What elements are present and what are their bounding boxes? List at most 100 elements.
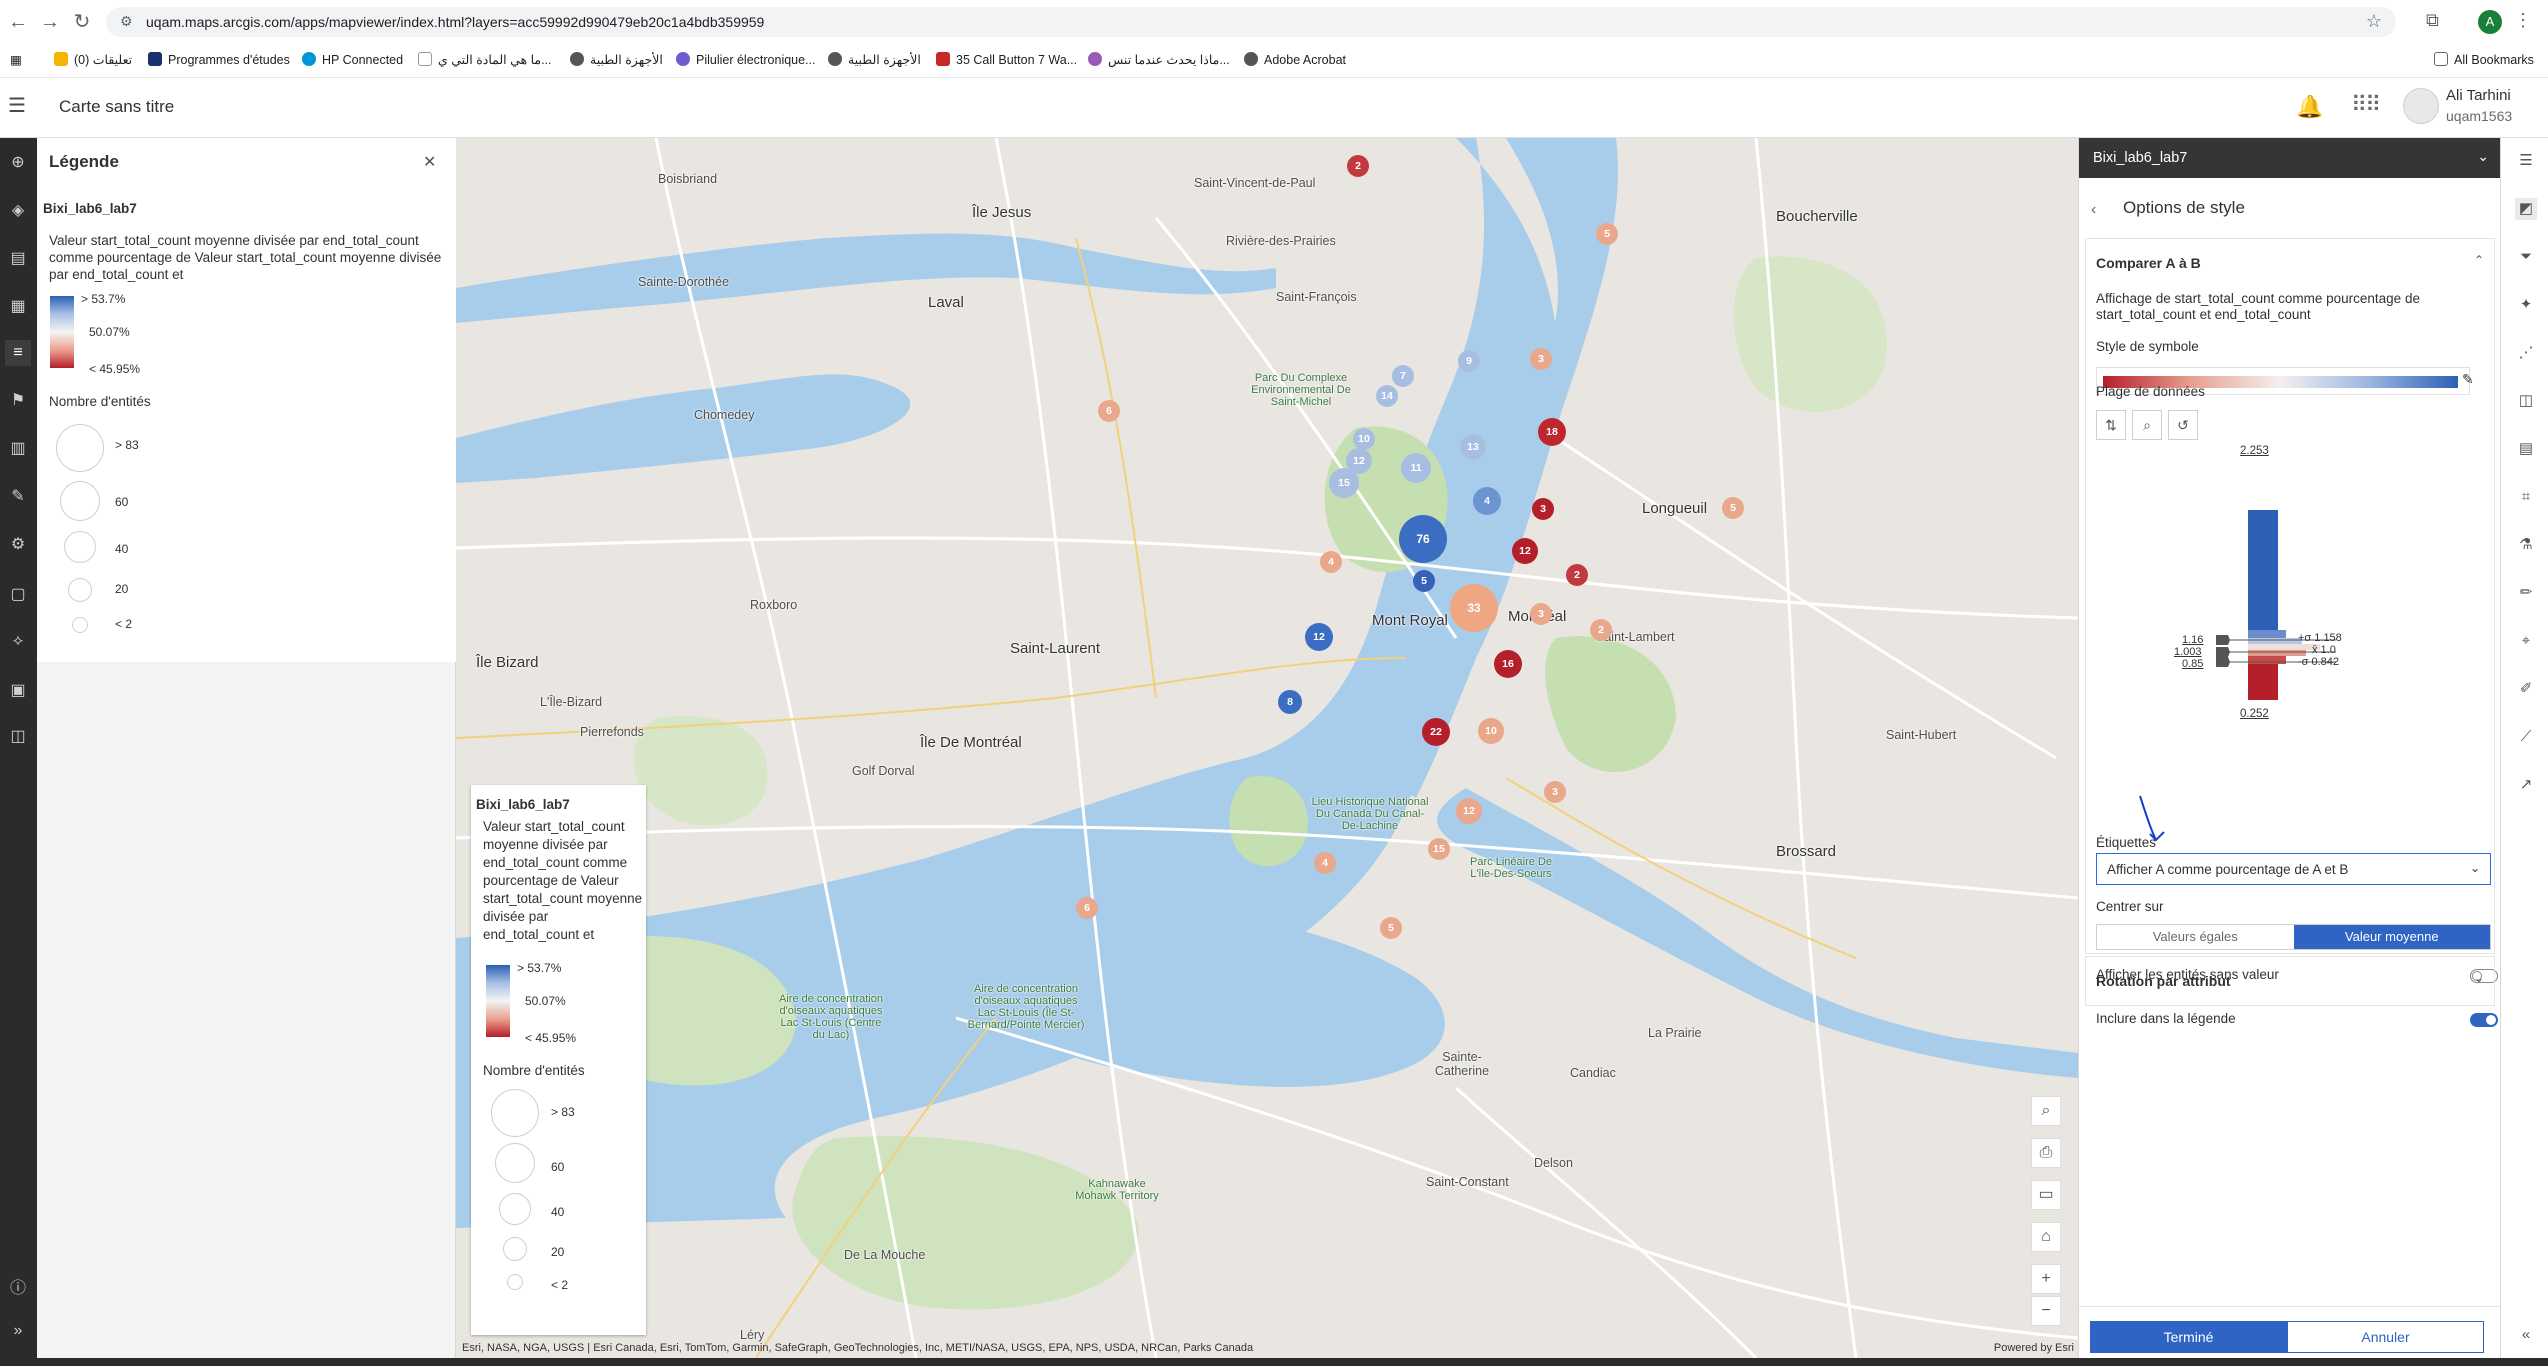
cancel-button[interactable]: Annuler <box>2287 1321 2484 1353</box>
tables-icon[interactable]: ▤ <box>5 246 31 272</box>
hamburger-menu-icon[interactable]: ☰ <box>8 96 28 116</box>
center-option-mean[interactable]: Valeur moyenne <box>2293 925 2490 949</box>
close-icon[interactable]: ✕ <box>423 152 436 172</box>
properties-icon[interactable]: ☰ <box>2515 150 2537 172</box>
user-avatar[interactable] <box>2403 88 2439 124</box>
map-bubble[interactable]: 4 <box>1314 852 1336 874</box>
map-bubble[interactable]: 2 <box>1590 619 1612 641</box>
bookmark-item[interactable]: الأجهزة الطبية <box>570 52 663 67</box>
home-icon[interactable]: ⌂ <box>2031 1222 2061 1252</box>
map-bubble[interactable]: 5 <box>1380 917 1402 939</box>
map-bubble[interactable]: 4 <box>1473 487 1501 515</box>
center-option-equal[interactable]: Valeurs égales <box>2097 925 2294 949</box>
analysis-icon[interactable]: ⚗ <box>2515 534 2537 556</box>
map-bubble[interactable]: 18 <box>1538 418 1566 446</box>
sketch-icon[interactable]: ✎ <box>5 484 31 510</box>
powered-by[interactable]: Powered by Esri <box>1994 1342 2074 1354</box>
site-info-icon[interactable]: ⚙ <box>120 13 133 30</box>
charts-icon[interactable]: ▥ <box>5 436 31 462</box>
bookmarks-icon[interactable]: ⚑ <box>5 388 31 414</box>
map-bubble[interactable]: 5 <box>1413 570 1435 592</box>
map-bubble[interactable]: 7 <box>1392 365 1414 387</box>
zoom-icon[interactable]: ⌕ <box>2132 410 2162 440</box>
print-map-icon[interactable]: ⎙ <box>2031 1138 2061 1168</box>
print-icon[interactable]: ▣ <box>5 678 31 704</box>
effects-icon[interactable]: ✦ <box>2515 294 2537 316</box>
share-icon[interactable]: ⟡ <box>5 628 31 654</box>
apps-icon[interactable]: ▦ <box>10 52 22 67</box>
bookmark-item[interactable]: Programmes d'études <box>148 52 290 67</box>
fields-icon[interactable]: ▤ <box>2515 438 2537 460</box>
chevron-up-icon[interactable]: ⌃ <box>2474 253 2484 267</box>
done-button[interactable]: Terminé <box>2090 1321 2287 1353</box>
measure-icon[interactable]: ⟋ <box>2515 726 2537 748</box>
map-bubble[interactable]: 3 <box>1530 603 1552 625</box>
labels-icon[interactable]: ⌗ <box>2515 486 2537 508</box>
map-bubble[interactable]: 5 <box>1596 223 1618 245</box>
map-bubble[interactable]: 15 <box>1428 838 1450 860</box>
map-bubble[interactable]: 3 <box>1544 781 1566 803</box>
popups-icon[interactable]: ◫ <box>2515 390 2537 412</box>
map-bubble[interactable]: 6 <box>1076 897 1098 919</box>
settings-icon[interactable]: ⚙ <box>5 532 31 558</box>
bookmark-star-icon[interactable]: ☆ <box>2366 11 2382 32</box>
handle-high[interactable] <box>2216 635 2230 645</box>
filter-icon[interactable]: ⏷ <box>2515 246 2537 268</box>
layer-selector[interactable]: Bixi_lab6_lab7 ⌄ <box>2079 138 2501 178</box>
map-bubble[interactable]: 14 <box>1376 385 1398 407</box>
styles-icon[interactable]: ◩ <box>2515 198 2537 220</box>
pencil-icon[interactable]: ✎ <box>2462 371 2474 388</box>
media-icon[interactable]: ◫ <box>5 724 31 750</box>
map-bubble[interactable]: 10 <box>1478 718 1504 744</box>
back-chevron-icon[interactable]: ‹ <box>2091 201 2096 219</box>
reload-icon[interactable]: ↻ <box>70 10 94 34</box>
aggregation-icon[interactable]: ⋰ <box>2515 342 2537 364</box>
sketch-tool-icon[interactable]: ✏ <box>2515 582 2537 604</box>
menu-icon[interactable]: ⋮ <box>2514 10 2532 31</box>
user-name[interactable]: Ali Tarhini <box>2446 87 2511 104</box>
all-bookmarks[interactable]: All Bookmarks <box>2434 52 2534 67</box>
map-bubble[interactable]: 33 <box>1450 584 1498 632</box>
map-view[interactable]: Boisbriand Île Jesus Laval Saint-Vincent… <box>456 138 2078 1358</box>
map-bubble[interactable]: 13 <box>1460 434 1486 460</box>
map-bubble[interactable]: 22 <box>1422 718 1450 746</box>
expand-toolbar-icon[interactable]: » <box>5 1318 31 1344</box>
map-bubble[interactable]: 11 <box>1401 453 1431 483</box>
screen-icon[interactable]: ▭ <box>2031 1180 2061 1210</box>
map-bubble[interactable]: 16 <box>1494 650 1522 678</box>
search-icon[interactable]: ⌕ <box>2031 1096 2061 1126</box>
map-bubble[interactable]: 2 <box>1347 155 1369 177</box>
map-bubble[interactable]: 9 <box>1458 350 1480 372</box>
bookmark-item[interactable]: ما هي المادة التي ي... <box>418 52 552 67</box>
directions-icon[interactable]: ↗ <box>2515 774 2537 796</box>
map-bubble[interactable]: 12 <box>1305 623 1333 651</box>
map-bubble[interactable]: 10 <box>1353 428 1375 450</box>
section-title[interactable]: Comparer A à B <box>2096 255 2201 271</box>
notification-bell-icon[interactable]: 🔔 <box>2296 94 2323 120</box>
info-icon[interactable]: ▢ <box>5 582 31 608</box>
map-title[interactable]: Carte sans titre <box>59 97 174 117</box>
center-on-segmented[interactable]: Valeurs égales Valeur moyenne <box>2096 924 2491 950</box>
bookmark-item[interactable]: تعليقات (0) <box>54 52 132 67</box>
zoom-out-icon[interactable]: − <box>2031 1296 2061 1326</box>
profile-avatar[interactable]: A <box>2478 10 2502 34</box>
map-bubble[interactable]: 12 <box>1512 538 1538 564</box>
legend-icon[interactable]: ≡ <box>5 340 31 366</box>
location-icon[interactable]: ⌖ <box>2515 630 2537 652</box>
layers-icon[interactable]: ◈ <box>5 198 31 224</box>
zoom-in-icon[interactable]: + <box>2031 1264 2061 1294</box>
handle-low[interactable] <box>2216 657 2230 667</box>
add-layer-icon[interactable]: ⊕ <box>5 150 31 176</box>
bookmark-item[interactable]: ماذا يحدث عندما تنس... <box>1088 52 1230 67</box>
map-bubble[interactable]: 4 <box>1320 551 1342 573</box>
invert-icon[interactable]: ⇅ <box>2096 410 2126 440</box>
bookmark-item[interactable]: HP Connected <box>302 52 403 67</box>
map-bubble[interactable]: 5 <box>1722 497 1744 519</box>
include-legend-toggle[interactable] <box>2470 1013 2498 1027</box>
bookmark-item[interactable]: الأجهزة الطبية <box>828 52 921 67</box>
bookmark-item[interactable]: 35 Call Button 7 Wa... <box>936 52 1077 67</box>
extensions-icon[interactable]: ⧉ <box>2426 10 2439 31</box>
map-bubble[interactable]: 15 <box>1329 468 1359 498</box>
bookmark-item[interactable]: Pilulier électronique... <box>676 52 816 67</box>
map-bubble[interactable]: 3 <box>1530 348 1552 370</box>
